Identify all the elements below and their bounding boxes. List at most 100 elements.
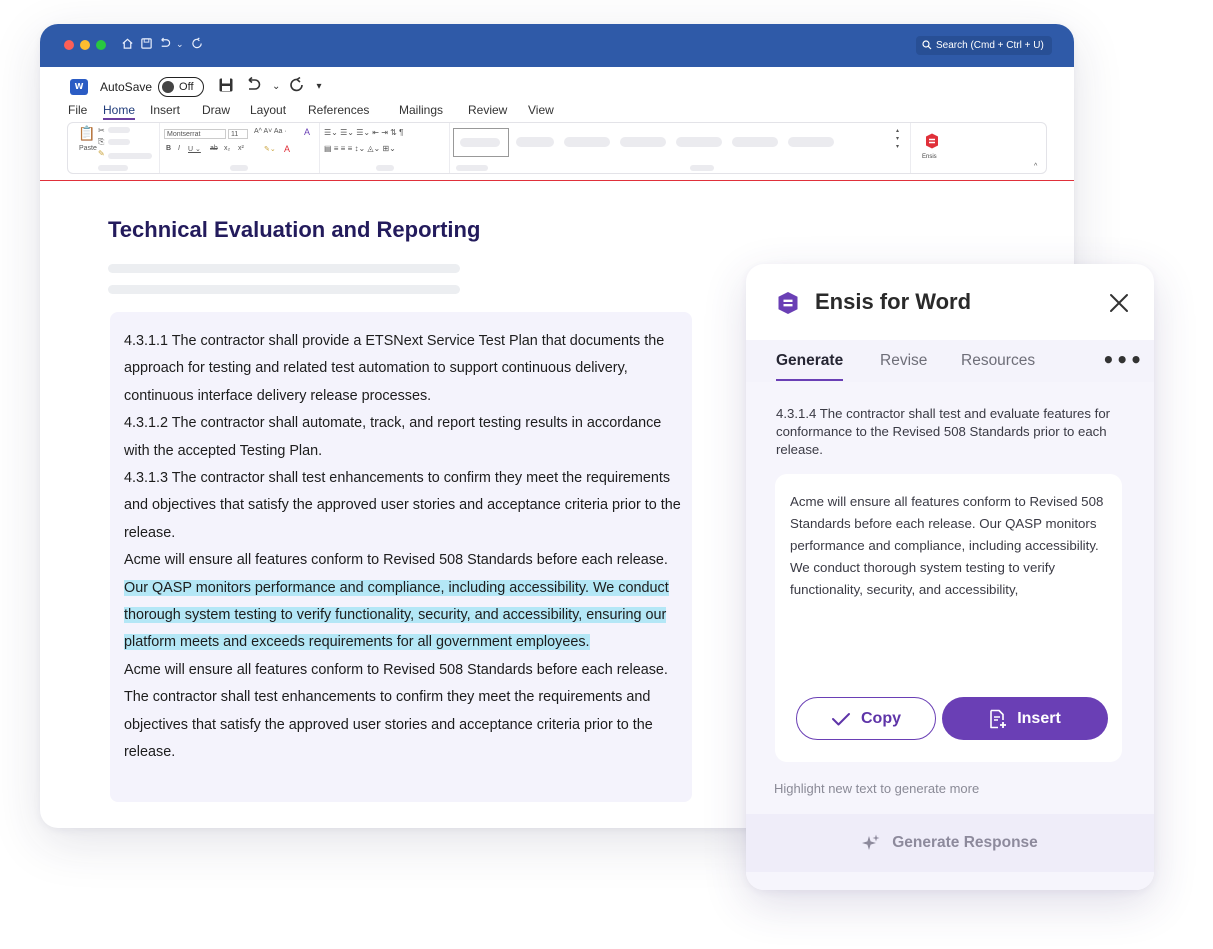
redo-icon[interactable] [288,76,306,99]
close-icon[interactable] [1108,292,1130,314]
tab-draw[interactable]: Draw [202,103,230,117]
paragraph-plain-text[interactable]: Acme will ensure all features conform to… [124,552,668,568]
paste-icon[interactable]: 📋 [78,125,95,142]
tab-references[interactable]: References [308,103,369,117]
styles-scroll-icon[interactable]: ▴ ▾ ▾ [896,127,899,151]
autosave-label: AutoSave [100,80,153,94]
paragraph-group: ☰⌄ ☰⌄ ☰⌄ ⇤ ⇥ ⇅ ¶ ▤ ≡ ≡ ≡ ↕⌄ ◬⌄ ⊞⌄ [320,123,450,173]
tab-file[interactable]: File [68,103,87,117]
separator [910,123,911,173]
customize-toolbar-icon[interactable]: ▾ [316,77,321,97]
subscript-icon[interactable]: x₂ [224,145,230,152]
bold-icon[interactable]: B [166,145,171,152]
tab-insert[interactable]: Insert [150,103,180,117]
style-normal-selected[interactable] [453,128,509,157]
tab-view[interactable]: View [528,103,554,117]
undo-icon[interactable] [244,76,262,99]
redo-icon[interactable] [191,37,204,55]
clipboard-group: 📋 Paste ✂ ⎘ ✎ [68,123,160,173]
strikethrough-icon[interactable]: ab [210,145,218,152]
prompt-text: 4.3.1.4 The contractor shall test and ev… [776,406,1111,457]
collapse-ribbon-icon[interactable]: ^ [1034,163,1037,170]
sparkle-icon [862,834,880,850]
cut-icon[interactable]: ✂ [98,126,105,135]
copy-button[interactable]: Copy [796,697,936,740]
document-text[interactable]: 4.3.1.1 The contractor shall provide a E… [124,328,684,767]
font-name-select[interactable]: Montserrat [164,129,226,139]
style-placeholder[interactable] [732,137,778,147]
tab-revise[interactable]: Revise [880,352,927,379]
zoom-window-button[interactable] [96,40,106,50]
style-placeholder[interactable] [620,137,666,147]
underline-icon[interactable]: U ⌄ [188,145,201,153]
search-input[interactable]: Search (Cmd + Ctrl + U) [916,36,1052,55]
panel-footer [746,872,1154,890]
insert-button[interactable]: Insert [942,697,1108,740]
tab-generate[interactable]: Generate [776,352,844,381]
copy-icon[interactable]: ⎘ [98,137,104,147]
highlight-color-icon[interactable]: ✎⌄ [264,145,276,153]
ensis-logo-icon [778,292,798,314]
ensis-ribbon-label: Ensis [922,154,937,160]
undo-icon[interactable] [158,37,171,55]
font-color-icon[interactable]: A [284,144,290,154]
undo-dropdown-icon[interactable]: ⌄ [272,77,280,97]
panel-header: Ensis for Word [746,264,1154,340]
minimize-window-button[interactable] [80,40,90,50]
paragraph[interactable]: 4.3.1.3 The contractor shall test enhanc… [124,465,684,547]
paragraph[interactable]: 4.3.1.2 The contractor shall automate, t… [124,410,684,465]
document-title: Technical Evaluation and Reporting [108,217,481,242]
tab-layout[interactable]: Layout [250,103,286,117]
highlighted-selection[interactable]: Our QASP monitors performance and compli… [124,579,669,651]
paragraph[interactable]: 4.3.1.1 The contractor shall provide a E… [124,328,684,410]
home-icon[interactable] [121,37,134,55]
style-placeholder[interactable] [564,137,610,147]
undo-dropdown-icon[interactable]: ⌄ [176,37,184,53]
title-bar: ⌄ Search (Cmd + Ctrl + U) [40,24,1074,67]
panel-body: 4.3.1.4 The contractor shall test and ev… [746,382,1154,814]
styles-group: ▴ ▾ ▾ [450,123,908,173]
placeholder-bar [230,165,248,171]
insert-label: Insert [1017,709,1061,727]
autosave-toggle[interactable]: Off [158,77,205,97]
tab-resources[interactable]: Resources [961,352,1035,379]
grow-font-icon[interactable]: A^ A˅ Aa · [254,128,287,135]
format-painter-icon[interactable]: ✎ [98,149,105,158]
toggle-knob [162,81,175,93]
ensis-logo-icon[interactable] [925,133,939,149]
hint-text: Highlight new text to generate more [774,781,980,796]
quick-access-toolbar: W AutoSave Off ⌄ ▾ [70,76,329,98]
superscript-icon[interactable]: x² [238,145,244,152]
paste-label: Paste [79,145,97,152]
font-size-select[interactable]: 11 [228,129,248,139]
style-placeholder[interactable] [788,137,834,147]
tab-review[interactable]: Review [468,103,507,117]
panel-tabs: Generate Revise Resources ••• [746,340,1154,382]
paragraph[interactable]: Acme will ensure all features conform to… [124,547,684,657]
copy-label: Copy [861,709,901,727]
ensis-panel: Ensis for Word Generate Revise Resources… [746,264,1154,890]
paragraph[interactable]: Acme will ensure all features conform to… [124,657,684,767]
generate-label: Generate Response [892,834,1038,851]
document-body[interactable]: 4.3.1.1 The contractor shall provide a E… [110,312,692,802]
tab-home[interactable]: Home [103,103,136,120]
bullets-icon[interactable]: ☰⌄ ☰⌄ ☰⌄ ⇤ ⇥ ⇅ ¶ [324,128,403,137]
generate-response-button[interactable]: Generate Response [746,814,1154,872]
align-icon[interactable]: ▤ ≡ ≡ ≡ ↕⌄ ◬⌄ ⊞⌄ [324,144,396,153]
tab-mailings[interactable]: Mailings [399,103,443,117]
style-placeholder[interactable] [516,137,554,147]
response-text: Acme will ensure all features conform to… [790,494,1104,597]
placeholder-bar [376,165,394,171]
close-window-button[interactable] [64,40,74,50]
save-icon[interactable] [140,37,153,55]
save-icon[interactable] [218,77,234,98]
placeholder-bar [456,165,488,171]
italic-icon[interactable]: I [178,145,180,152]
placeholder-bar [108,139,130,145]
placeholder-bar [108,127,130,133]
clear-format-icon[interactable]: A [304,127,310,137]
style-placeholder[interactable] [676,137,722,147]
more-options-icon[interactable]: ••• [1102,348,1143,372]
checkmark-icon [832,712,850,725]
placeholder-line [108,264,460,273]
